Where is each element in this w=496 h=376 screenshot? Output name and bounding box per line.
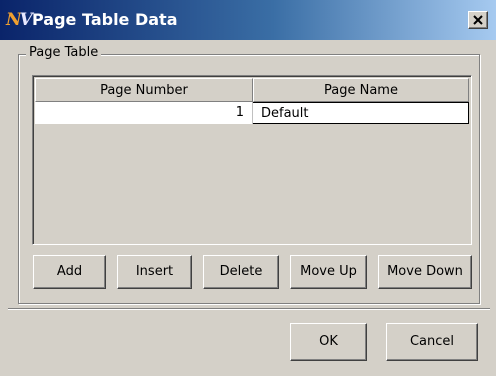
cell-page-name[interactable]: Default <box>253 102 469 124</box>
page-table-dialog: NV Page Table Data Page Table Page Numbe… <box>0 0 496 376</box>
move-down-button[interactable]: Move Down <box>378 255 472 289</box>
insert-button[interactable]: Insert <box>117 255 192 289</box>
move-up-button[interactable]: Move Up <box>290 255 367 289</box>
group-label: Page Table <box>26 45 102 61</box>
cancel-button[interactable]: Cancel <box>386 323 478 361</box>
close-icon <box>473 15 483 25</box>
column-header-page-number[interactable]: Page Number <box>35 78 253 102</box>
delete-button[interactable]: Delete <box>203 255 279 289</box>
column-header-page-name[interactable]: Page Name <box>253 78 469 102</box>
window-title: Page Table Data <box>32 10 178 29</box>
table-row[interactable]: 1 Default <box>35 102 469 124</box>
divider <box>8 308 490 310</box>
cell-page-number[interactable]: 1 <box>35 102 253 124</box>
close-button[interactable] <box>468 11 488 29</box>
app-logo-icon: NV <box>6 10 33 30</box>
page-table: Page Number Page Name 1 Default <box>32 75 472 245</box>
ok-button[interactable]: OK <box>290 323 367 361</box>
add-button[interactable]: Add <box>33 255 106 289</box>
title-bar[interactable]: NV Page Table Data <box>0 0 496 40</box>
